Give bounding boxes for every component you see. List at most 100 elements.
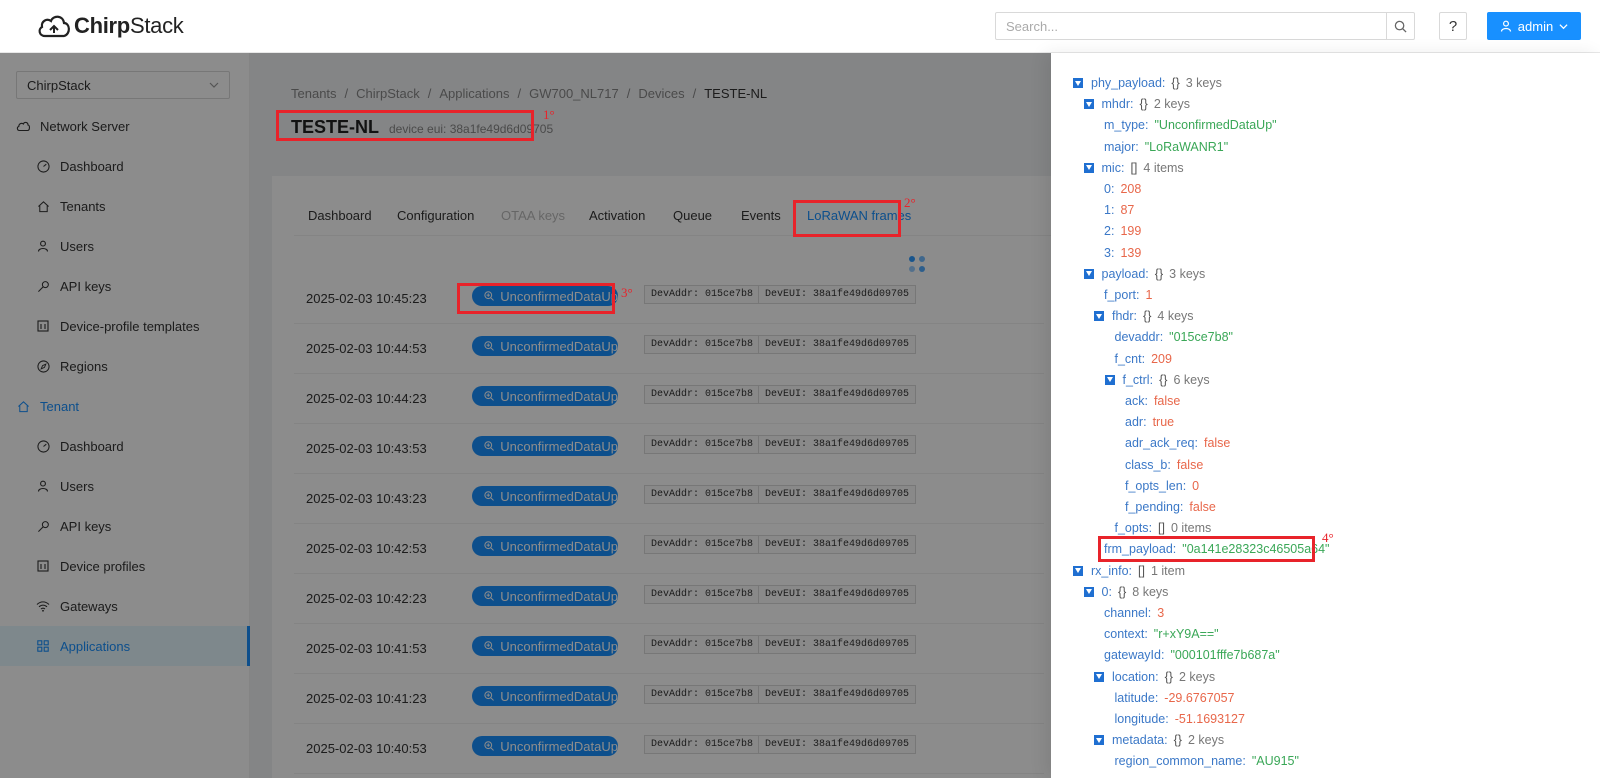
json-value: false bbox=[1153, 394, 1181, 408]
json-key: phy_payload bbox=[1091, 76, 1162, 90]
user-icon bbox=[1500, 20, 1511, 32]
json-brace: [] bbox=[1130, 160, 1138, 175]
user-menu-button[interactable]: admin bbox=[1487, 12, 1581, 40]
json-key: 0 bbox=[1104, 182, 1111, 196]
drawer-overlay[interactable] bbox=[0, 53, 1051, 778]
json-node: 0:208 bbox=[1104, 182, 1142, 196]
json-node: ack: false bbox=[1125, 394, 1181, 408]
json-key: location bbox=[1112, 669, 1156, 684]
collapse-toggle-icon[interactable] bbox=[1094, 311, 1104, 322]
json-key: payload bbox=[1101, 266, 1146, 281]
collapse-toggle-icon[interactable] bbox=[1073, 78, 1083, 88]
json-node: f_pending: false bbox=[1125, 500, 1216, 514]
json-brace: {} bbox=[1171, 76, 1180, 90]
json-node[interactable]: f_ctrl:{} 6 keys bbox=[1104, 370, 1210, 390]
json-node: devaddr: "015ce7b8" bbox=[1114, 330, 1233, 345]
user-name: admin bbox=[1517, 18, 1554, 34]
help-icon: ? bbox=[1448, 17, 1458, 35]
json-key: devaddr bbox=[1114, 330, 1160, 345]
collapse-toggle-icon[interactable] bbox=[1083, 99, 1094, 110]
json-node[interactable]: fhdr:{} 4 keys bbox=[1094, 306, 1194, 326]
json-brace: [] bbox=[1138, 563, 1145, 578]
json-value: "UnconfirmedDataUp" bbox=[1154, 118, 1277, 133]
json-value: 199 bbox=[1120, 224, 1142, 239]
chevron-down-icon bbox=[1559, 23, 1568, 29]
json-node: gatewayId: "000101fffe7b687a" bbox=[1104, 648, 1280, 663]
json-node[interactable]: mic:[] 4 items bbox=[1083, 158, 1184, 178]
json-key: adr_ack_req bbox=[1125, 436, 1195, 451]
json-key: m_type bbox=[1104, 118, 1145, 133]
json-key: adr bbox=[1125, 415, 1144, 430]
json-brace: {} bbox=[1143, 309, 1152, 324]
annotation-label-3: 3° bbox=[621, 285, 633, 300]
annotation-label-2: 2° bbox=[904, 195, 916, 210]
collapse-toggle-icon[interactable] bbox=[1094, 735, 1104, 746]
json-value: false bbox=[1203, 436, 1231, 451]
json-node[interactable]: location:{} 2 keys bbox=[1094, 667, 1215, 687]
json-value: "015ce7b8" bbox=[1169, 330, 1233, 345]
json-node: 2:199 bbox=[1104, 224, 1142, 239]
json-value: -51.1693127 bbox=[1174, 712, 1245, 726]
json-value: "LoRaWANR1" bbox=[1144, 139, 1229, 154]
json-node: channel:3 bbox=[1104, 606, 1165, 620]
json-meta: 0 items bbox=[1171, 521, 1212, 536]
collapse-toggle-icon[interactable] bbox=[1104, 374, 1115, 385]
json-key: gatewayId bbox=[1104, 648, 1161, 663]
collapse-toggle-icon[interactable] bbox=[1094, 671, 1104, 682]
json-key: rx_info bbox=[1091, 563, 1129, 578]
json-node: region_common_name: "AU915" bbox=[1114, 754, 1299, 769]
json-node: class_b: false bbox=[1125, 457, 1204, 472]
json-brace: {} bbox=[1173, 733, 1182, 748]
json-key: latitude bbox=[1114, 690, 1155, 705]
collapse-toggle-icon[interactable] bbox=[1083, 586, 1094, 597]
json-value: "r+xY9A==" bbox=[1153, 627, 1219, 642]
json-brace: [] bbox=[1158, 521, 1165, 536]
frame-detail-drawer: phy_payload:{} 3 keys mhdr:{} 2 keys m_type:… bbox=[1051, 53, 1600, 778]
json-key: f_port bbox=[1104, 288, 1136, 302]
annotation-box-1 bbox=[276, 110, 534, 141]
collapse-toggle-icon[interactable] bbox=[1073, 565, 1083, 576]
json-key: f_opts bbox=[1114, 521, 1149, 536]
json-node[interactable]: 0:{} 8 keys bbox=[1083, 582, 1168, 602]
json-meta: 2 keys bbox=[1187, 733, 1225, 748]
json-key: mic bbox=[1101, 160, 1121, 175]
json-meta: 1 item bbox=[1150, 563, 1186, 578]
json-node[interactable]: phy_payload:{} 3 keys bbox=[1073, 73, 1222, 93]
json-key: context bbox=[1104, 627, 1145, 642]
search-input[interactable] bbox=[996, 13, 1384, 39]
json-key: f_cnt bbox=[1114, 351, 1142, 366]
json-node[interactable]: mhdr:{} 2 keys bbox=[1083, 94, 1190, 114]
json-key: ack bbox=[1125, 394, 1145, 408]
json-value: "AU915" bbox=[1251, 754, 1299, 769]
json-key: metadata bbox=[1112, 733, 1165, 748]
json-key: major bbox=[1104, 139, 1136, 154]
json-key: 2 bbox=[1104, 224, 1111, 239]
json-node: context: "r+xY9A==" bbox=[1104, 627, 1219, 642]
json-node: m_type: "UnconfirmedDataUp" bbox=[1104, 118, 1277, 133]
json-node: f_port:1 bbox=[1104, 288, 1153, 302]
json-value: 3 bbox=[1157, 606, 1165, 620]
json-node[interactable]: rx_info:[] 1 item bbox=[1073, 561, 1185, 581]
json-key: 0 bbox=[1101, 584, 1109, 599]
json-key: f_pending bbox=[1125, 500, 1180, 514]
collapse-toggle-icon[interactable] bbox=[1083, 268, 1094, 279]
json-value: 1 bbox=[1145, 288, 1153, 302]
json-meta: 3 keys bbox=[1185, 76, 1222, 90]
json-node: longitude: -51.1693127 bbox=[1114, 712, 1245, 726]
json-brace: {} bbox=[1139, 97, 1148, 112]
json-key: fhdr bbox=[1112, 309, 1134, 324]
json-node: latitude: -29.6767057 bbox=[1114, 690, 1235, 705]
json-value: false bbox=[1189, 500, 1216, 514]
json-node: f_opts_len:0 bbox=[1125, 478, 1200, 493]
search-button[interactable] bbox=[1386, 13, 1414, 39]
json-node: f_cnt:209 bbox=[1114, 351, 1172, 366]
chirpstack-logo[interactable]: ChirpStack bbox=[36, 10, 184, 42]
json-node[interactable]: payload:{} 3 keys bbox=[1083, 264, 1205, 284]
json-value: 87 bbox=[1120, 203, 1135, 218]
annotation-label-4: 4° bbox=[1322, 530, 1334, 545]
json-value: 209 bbox=[1151, 351, 1172, 366]
json-node[interactable]: metadata:{} 2 keys bbox=[1094, 730, 1224, 750]
annotation-box-4 bbox=[1098, 536, 1315, 562]
collapse-toggle-icon[interactable] bbox=[1083, 162, 1094, 173]
help-button[interactable]: ? bbox=[1439, 12, 1467, 40]
